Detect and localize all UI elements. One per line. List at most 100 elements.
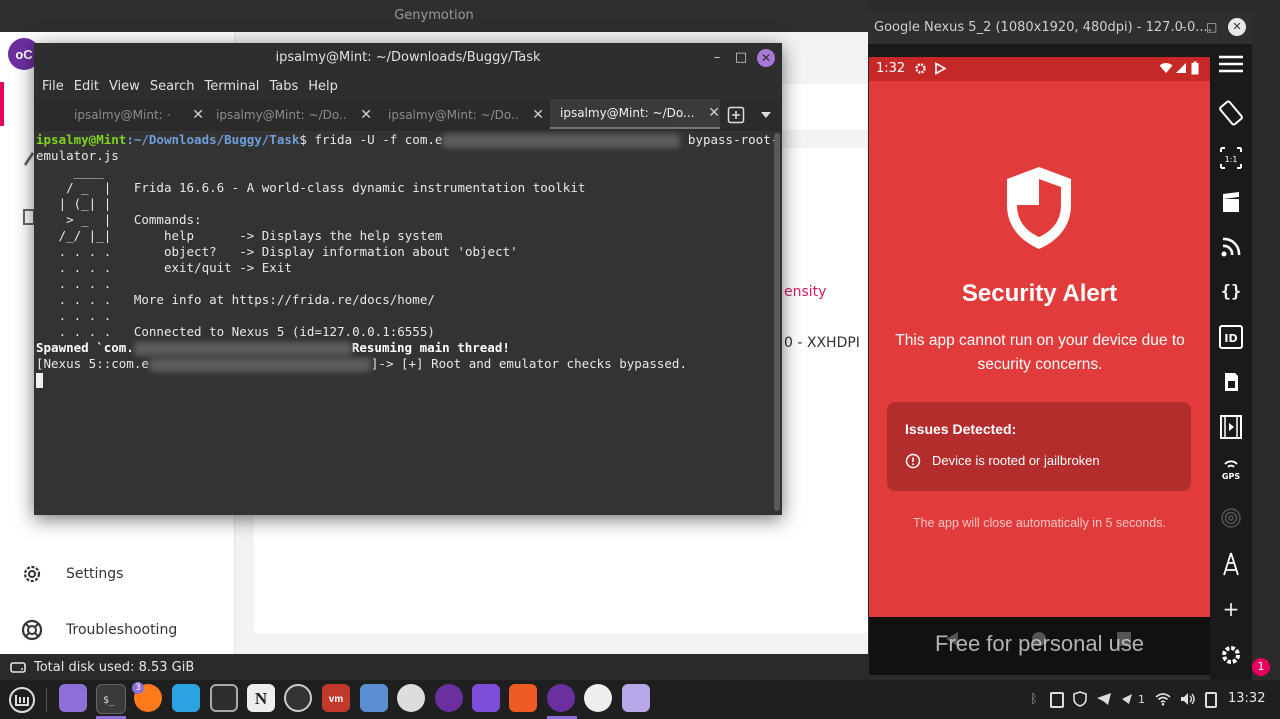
terminal-window[interactable]: ipsalmy@Mint: ~/Downloads/Buggy/Task – □…: [34, 43, 782, 515]
tray-volume-icon[interactable]: [1180, 692, 1196, 706]
mint-menu-icon[interactable]: [8, 686, 36, 714]
terminal-titlebar[interactable]: ipsalmy@Mint: ~/Downloads/Buggy/Task: [34, 43, 782, 73]
tray-shield-icon[interactable]: [1073, 691, 1087, 707]
tab-close-icon[interactable]: ✕: [532, 107, 544, 123]
terminal-window-title: ipsalmy@Mint: ~/Downloads/Buggy/Task: [275, 50, 541, 65]
tray-clipboard-icon[interactable]: [1050, 692, 1064, 708]
files-app-icon[interactable]: [59, 684, 87, 712]
tab-close-icon[interactable]: ✕: [708, 105, 720, 121]
text-editor-app-icon[interactable]: [622, 684, 650, 712]
maximize-button[interactable]: □: [733, 50, 749, 66]
emulator-titlebar[interactable]: Google Nexus 5_2 (1080x1920, 480dpi) - 1…: [868, 12, 1252, 44]
tray-battery-icon[interactable]: [1205, 692, 1217, 708]
svg-text:$_: $_: [103, 695, 116, 706]
sidebar-item-settings[interactable]: Settings: [0, 552, 234, 596]
network-tower-icon[interactable]: [1215, 550, 1247, 578]
discord-app-icon[interactable]: [210, 684, 238, 712]
android-nav-bar: Free for personal use: [869, 617, 1210, 675]
gps-icon[interactable]: GPS: [1215, 456, 1247, 484]
prompt-line: ipsalmy@Mint:~/Downloads/Buggy/Task$ fri…: [36, 132, 778, 148]
auto-close-text: The app will close automatically in 5 se…: [913, 516, 1166, 530]
clock[interactable]: 13:32: [1228, 691, 1265, 706]
banner-line: > _ | Commands:: [36, 212, 202, 227]
svg-text:ID: ID: [1224, 332, 1237, 345]
more-plus-icon[interactable]: +: [1215, 595, 1247, 623]
svg-text:oC: oC: [15, 47, 33, 62]
emulator-window-title: Google Nexus 5_2 (1080x1920, 480dpi) - 1…: [874, 20, 1212, 35]
new-tab-icon[interactable]: [727, 106, 745, 124]
terminal-tab-2[interactable]: ipsalmy@Mint: ~/Do... ✕: [216, 99, 372, 131]
menu-search[interactable]: Search: [150, 79, 195, 94]
telegram-app-icon[interactable]: [172, 684, 200, 712]
menu-file[interactable]: File: [42, 79, 64, 94]
pixel-perfect-icon[interactable]: 1:1: [1215, 144, 1247, 172]
sim-card-icon[interactable]: [1215, 368, 1247, 396]
emulator-settings-gear-icon[interactable]: [1215, 641, 1247, 669]
issues-box: Issues Detected: Device is rooted or jai…: [887, 402, 1191, 491]
close-button[interactable]: ✕: [757, 49, 775, 67]
notion-app-icon[interactable]: N: [247, 684, 275, 712]
brave-app-icon[interactable]: [509, 684, 537, 712]
banner-line: . . . . exit/quit -> Exit: [36, 260, 292, 275]
sidebar-item-troubleshooting[interactable]: Troubleshooting: [0, 608, 234, 652]
tray-telegram-icon[interactable]: [1096, 692, 1112, 706]
genymotion-player-app-icon[interactable]: [584, 684, 612, 712]
issue-item-text: Device is rooted or jailbroken: [932, 453, 1100, 468]
cast-icon[interactable]: [1215, 233, 1247, 261]
id-icon[interactable]: ID: [1215, 323, 1247, 351]
tab-menu-chevron-down-icon[interactable]: [760, 111, 772, 119]
menu-view[interactable]: View: [109, 79, 140, 94]
emulator-frame-top: [868, 44, 1210, 57]
status-gear-icon: [914, 62, 927, 75]
emulator-minimize-button[interactable]: –: [1180, 20, 1187, 35]
table-cell-density: 0 - XXHDPI: [784, 335, 860, 351]
rotate-icon[interactable]: [1215, 99, 1247, 127]
screen-record-icon[interactable]: [1215, 189, 1247, 217]
menu-terminal[interactable]: Terminal: [204, 79, 259, 94]
menu-help[interactable]: Help: [308, 79, 338, 94]
terminal-tab-1[interactable]: ipsalmy@Mint: ~ ✕: [74, 99, 204, 131]
status-play-icon: [934, 62, 947, 75]
minimize-button[interactable]: –: [709, 50, 725, 66]
lightning-app-icon[interactable]: [472, 684, 500, 712]
column-header-density[interactable]: ensity: [784, 284, 826, 300]
tab-close-icon[interactable]: ✕: [360, 107, 372, 123]
terminal-tab-3[interactable]: ipsalmy@Mint: ~/Do... ✕: [388, 99, 544, 131]
tray-bluetooth-icon[interactable]: ᛒ: [1030, 692, 1038, 707]
prompt-line-wrap: emulator.js: [36, 148, 119, 163]
code-braces-icon[interactable]: {}: [1215, 278, 1247, 306]
prompt-symbol: $: [299, 132, 307, 147]
banner-line: /_/ |_| help -> Displays the help system: [36, 228, 443, 243]
terminal-tab-4-active[interactable]: ipsalmy@Mint: ~/Do... ✕: [550, 99, 720, 129]
hamburger-menu-icon[interactable]: [1215, 50, 1247, 78]
media-film-icon[interactable]: [1215, 413, 1247, 441]
terminal-scrollbar[interactable]: [774, 133, 780, 511]
genymotion-window-title: Genymotion: [394, 8, 474, 23]
terminal-output[interactable]: ipsalmy@Mint:~/Downloads/Buggy/Task$ fri…: [34, 131, 778, 515]
tray-notification-icon[interactable]: [1120, 692, 1134, 706]
terminal-app-icon[interactable]: $_: [96, 684, 126, 714]
menu-tabs[interactable]: Tabs: [269, 79, 298, 94]
sidebar-item-label: Settings: [66, 566, 124, 582]
terminal-cursor: [36, 373, 43, 388]
tab-close-icon[interactable]: ✕: [192, 107, 204, 123]
obs-app-icon[interactable]: [284, 684, 312, 712]
issues-header: Issues Detected:: [905, 421, 1017, 437]
burpsuite-app-icon[interactable]: [360, 684, 388, 712]
vmware-app-icon[interactable]: vm: [322, 684, 350, 712]
genymotion-app-icon[interactable]: [435, 684, 463, 712]
status-battery-icon: [1191, 61, 1199, 75]
shield-icon: [1003, 165, 1075, 251]
screen-capture-app-icon[interactable]: [397, 684, 425, 712]
genymotion-statusbar: Total disk used: 8.53 GiB: [0, 654, 868, 680]
genymotion-running-app-icon[interactable]: [547, 684, 575, 712]
android-status-bar: 1:32: [869, 57, 1210, 81]
svg-text:GPS: GPS: [1222, 472, 1240, 481]
menu-edit[interactable]: Edit: [74, 79, 99, 94]
emulator-maximize-button[interactable]: □: [1206, 20, 1217, 34]
tray-wifi-icon[interactable]: [1155, 692, 1171, 706]
svg-text:vm: vm: [329, 694, 344, 705]
emulator-close-button[interactable]: ✕: [1228, 18, 1246, 36]
banner-line: . . . . Connected to Nexus 5 (id=127.0.0…: [36, 324, 435, 339]
terminal-menubar: File Edit View Search Terminal Tabs Help: [34, 73, 782, 99]
